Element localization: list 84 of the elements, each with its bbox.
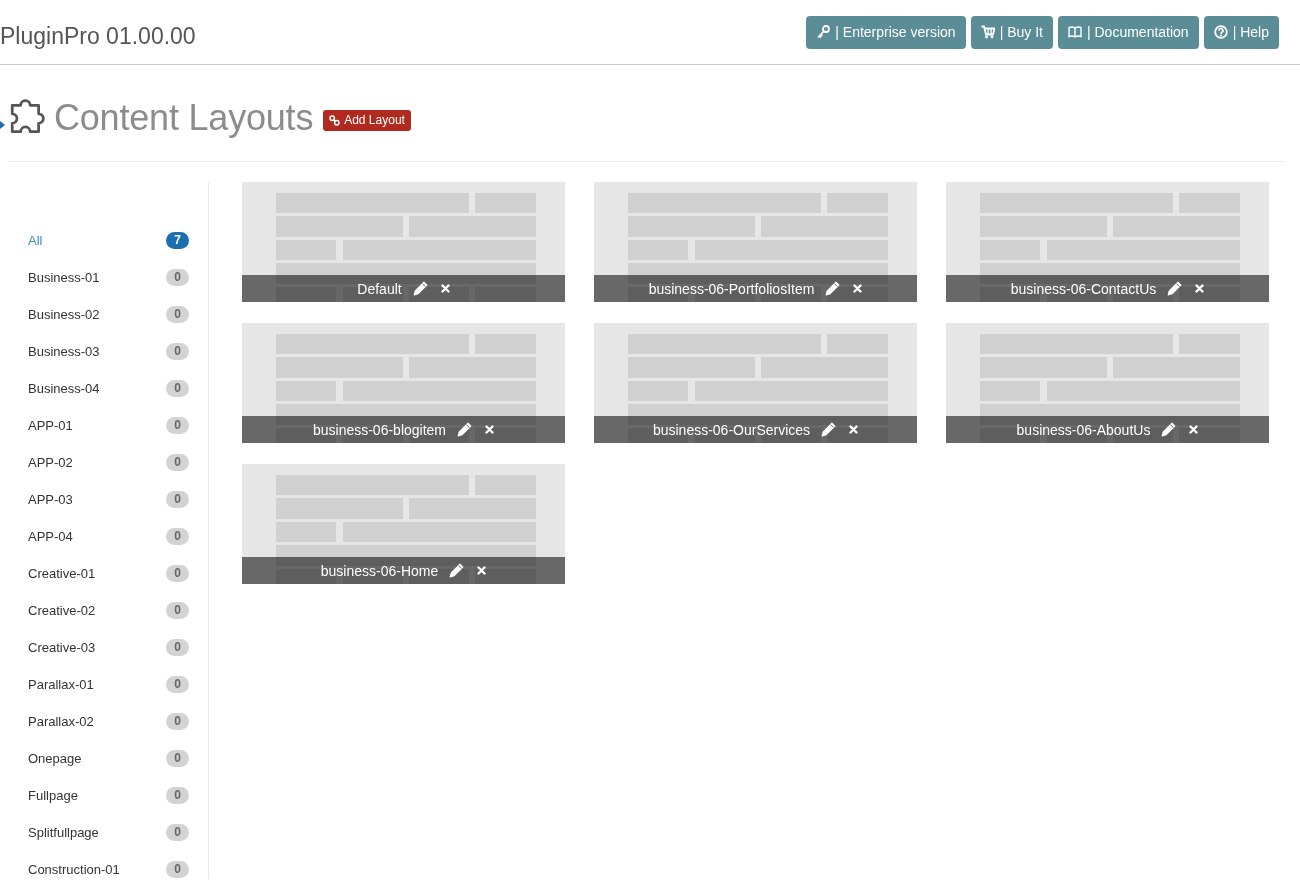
close-icon	[1189, 425, 1199, 434]
pencil-icon	[1167, 281, 1183, 296]
edit-button[interactable]	[821, 422, 837, 437]
book-icon	[1067, 25, 1082, 39]
cart-icon	[980, 25, 995, 39]
sidebar-item[interactable]: Fullpage 0	[0, 785, 208, 805]
link-icon	[329, 114, 341, 126]
pencil-icon	[1161, 422, 1177, 437]
sidebar-item[interactable]: Business-01 0	[0, 267, 208, 287]
sidebar-item[interactable]: APP-04 0	[0, 526, 208, 546]
edit-button[interactable]	[825, 281, 841, 296]
layout-name: business-06-AboutUs	[1016, 421, 1151, 438]
edit-button[interactable]	[449, 563, 465, 578]
sidebar-item[interactable]: APP-01 0	[0, 415, 208, 435]
count-badge: 0	[166, 564, 189, 582]
edit-button[interactable]	[1167, 281, 1183, 296]
count-badge: 0	[166, 675, 189, 693]
sidebar-item[interactable]: Creative-03 0	[0, 637, 208, 657]
sidebar-item[interactable]: Business-04 0	[0, 378, 208, 398]
count-badge: 0	[166, 305, 189, 323]
count-badge: 0	[166, 490, 189, 508]
triangle-icon	[0, 121, 5, 129]
key-icon	[816, 25, 831, 39]
sidebar-item[interactable]: Business-03 0	[0, 341, 208, 361]
sidebar-item[interactable]: Business-02 0	[0, 304, 208, 324]
close-icon	[849, 425, 859, 434]
count-badge: 0	[166, 860, 189, 878]
count-badge: 0	[166, 749, 189, 767]
sidebar-item[interactable]: Parallax-02 0	[0, 711, 208, 731]
header-button[interactable]: | Enterprise version	[806, 15, 966, 49]
close-icon	[477, 566, 487, 575]
pencil-icon	[449, 563, 465, 578]
close-icon	[853, 284, 863, 293]
sidebar-item[interactable]: All 7	[0, 230, 208, 250]
edit-button[interactable]	[1161, 422, 1177, 437]
sidebar-item[interactable]: Creative-01 0	[0, 563, 208, 583]
count-badge: 0	[166, 601, 189, 619]
header-button[interactable]: | Documentation	[1057, 15, 1199, 49]
header-button[interactable]: | Buy It	[970, 15, 1053, 49]
pencil-icon	[825, 281, 841, 296]
sidebar-item[interactable]: Parallax-01 0	[0, 674, 208, 694]
help-icon	[1213, 25, 1228, 39]
delete-button[interactable]	[853, 284, 863, 293]
count-badge: 7	[166, 231, 189, 249]
add-layout-button[interactable]: Add Layout	[323, 109, 411, 131]
close-icon	[1195, 284, 1205, 293]
count-badge: 0	[166, 268, 189, 286]
pencil-icon	[412, 281, 428, 296]
delete-button[interactable]	[485, 425, 495, 434]
count-badge: 0	[166, 379, 189, 397]
layout-name: business-06-PortfoliosItem	[648, 280, 815, 297]
page-title: Content Layouts	[54, 98, 314, 138]
count-badge: 0	[166, 453, 189, 471]
count-badge: 0	[166, 416, 189, 434]
layout-name: Default	[357, 280, 402, 297]
count-badge: 0	[166, 342, 189, 360]
layout-name: business-06-ContactUs	[1010, 280, 1157, 297]
sidebar-item[interactable]: Creative-02 0	[0, 600, 208, 620]
sidebar-item[interactable]: Construction-01 0	[0, 859, 208, 879]
header-button[interactable]: | Help	[1203, 15, 1279, 49]
edit-button[interactable]	[457, 422, 473, 437]
close-icon	[485, 425, 495, 434]
layout-name: business-06-blogitem	[312, 421, 447, 438]
count-badge: 0	[166, 527, 189, 545]
count-badge: 0	[166, 786, 189, 804]
layout-name: business-06-Home	[320, 562, 439, 579]
delete-button[interactable]	[1189, 425, 1199, 434]
delete-button[interactable]	[849, 425, 859, 434]
close-icon	[440, 284, 450, 293]
delete-button[interactable]	[440, 284, 450, 293]
count-badge: 0	[166, 638, 189, 656]
layout-name: business-06-OurServices	[652, 421, 811, 438]
edit-button[interactable]	[412, 281, 428, 296]
delete-button[interactable]	[1195, 284, 1205, 293]
app-title: PluginPro 01.00.00	[0, 23, 196, 50]
sidebar-item[interactable]: APP-03 0	[0, 489, 208, 509]
pencil-icon	[821, 422, 837, 437]
sidebar-item[interactable]: Onepage 0	[0, 748, 208, 768]
count-badge: 0	[166, 823, 189, 841]
sidebar-item[interactable]: APP-02 0	[0, 452, 208, 472]
sidebar-item[interactable]: Splitfullpage 0	[0, 822, 208, 842]
count-badge: 0	[166, 712, 189, 730]
delete-button[interactable]	[477, 566, 487, 575]
pencil-icon	[457, 422, 473, 437]
